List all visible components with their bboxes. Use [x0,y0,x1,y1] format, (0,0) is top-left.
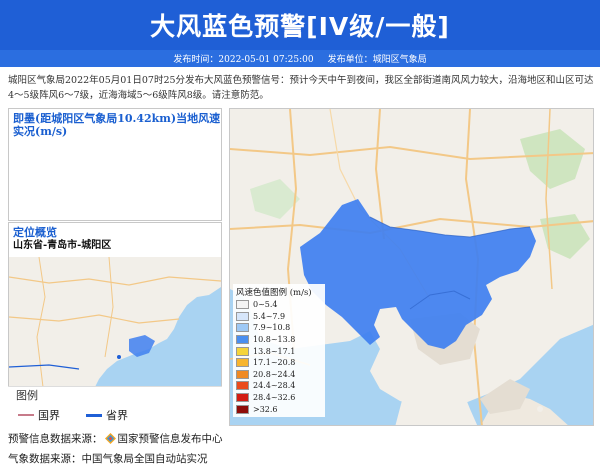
province-border-swatch [86,413,102,417]
scale-swatch [236,346,249,356]
legend-item-province-border: 省界 [86,407,128,423]
scale-label: >32.6 [253,404,278,414]
wind-speed-scale: 风速色值图例 (m/s) 0~5.4 5.4~7.9 7.9~10.8 10.8… [233,284,325,417]
map-legend: 图例 国界 省界 [8,386,222,426]
map-legend-title: 图例 [16,389,38,402]
page-title: 大风蓝色预警[IV级/一般] [150,12,450,41]
warning-description: 城阳区气象局2022年05月01日07时25分发布大风蓝色预警信号：预计今天中午… [8,75,594,101]
scale-swatch [236,358,249,368]
publish-time: 发布时间：2022-05-01 07:25:00 [173,55,314,65]
meta-bar: 发布时间：2022-05-01 07:25:00 发布单位：城阳区气象局 [0,50,600,67]
scale-label: 0~5.4 [253,300,278,310]
weather-source: 气象数据来源：中国气象局全国自动站实况 [8,452,208,466]
scale-label: 20.8~24.4 [253,369,296,379]
publish-unit: 发布单位：城阳区气象局 [327,55,427,65]
scale-swatch [236,311,249,321]
warning-source-label: 预警信息数据来源： [8,433,103,445]
warning-source: 预警信息数据来源： 国家预警信息发布中心 [8,432,223,446]
weather-source-label: 气象数据来源： [8,453,82,465]
scale-swatch [236,335,249,345]
scale-label: 24.4~28.4 [253,381,296,391]
scale-label: 7.9~10.8 [253,323,291,333]
scale-swatch [236,393,249,403]
scale-swatch [236,404,249,414]
scale-label: 28.4~32.6 [253,393,296,403]
scale-row: 20.8~24.4 [236,369,322,381]
scale-label: 17.1~20.8 [253,358,296,368]
national-border-swatch [18,414,34,416]
wind-speed-panel: 即墨(距城阳区气象局10.42km)当地风速实况(m/s) [8,108,222,221]
scale-swatch [236,300,249,310]
scale-row: 0~5.4 [236,299,322,311]
scale-row: 17.1~20.8 [236,357,322,369]
title-bar: 大风蓝色预警[IV级/一般] [0,0,600,50]
scale-label: 13.8~17.1 [253,346,296,356]
location-panel-title: 定位概览 [13,226,57,239]
scale-swatch [236,323,249,333]
scale-swatch [236,381,249,391]
legend-item-national-border: 国界 [18,407,60,423]
scale-row: 28.4~32.6 [236,392,322,404]
scale-swatch [236,369,249,379]
scale-row: >32.6 [236,403,322,415]
scale-row: 13.8~17.1 [236,345,322,357]
legend-label-national-border: 国界 [38,409,60,422]
location-name: 山东省-青岛市-城阳区 [13,240,112,251]
legend-label-province-border: 省界 [106,409,128,422]
scale-row: 24.4~28.4 [236,380,322,392]
wind-speed-title: 即墨(距城阳区气象局10.42km)当地风速实况(m/s) [13,112,221,138]
scale-row: 5.4~7.9 [236,311,322,323]
overview-map[interactable] [9,257,221,387]
scale-label: 5.4~7.9 [253,311,286,321]
scale-row: 10.8~13.8 [236,334,322,346]
wind-scale-title: 风速色值图例 (m/s) [236,288,312,298]
scale-row: 7.9~10.8 [236,322,322,334]
scale-label: 10.8~13.8 [253,335,296,345]
weather-source-value: 中国气象局全国自动站实况 [81,453,208,465]
warning-source-value[interactable]: 国家预警信息发布中心 [118,433,223,445]
warning-center-logo-icon [104,433,116,444]
